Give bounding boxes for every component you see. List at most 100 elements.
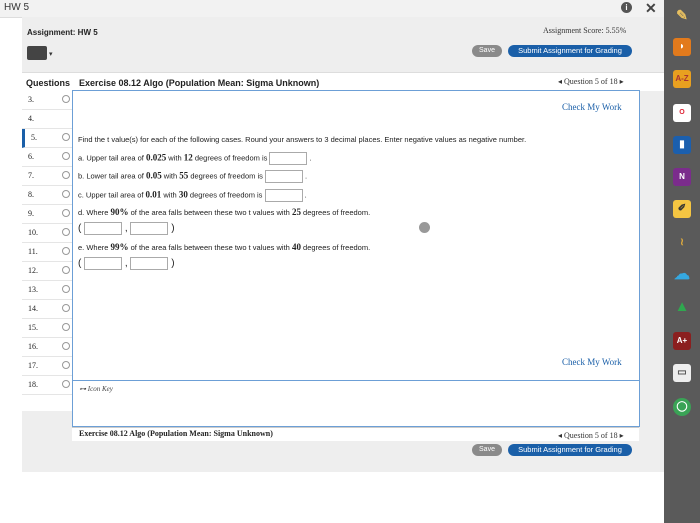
question-number: 17. bbox=[28, 361, 38, 370]
rss-icon[interactable]: ◗ bbox=[673, 38, 691, 56]
status-radio bbox=[62, 323, 70, 331]
questions-label: Questions bbox=[26, 78, 71, 88]
part-b-text: degrees of freedom is bbox=[188, 171, 263, 181]
footer-bar: Exercise 08.12 Algo (Population Mean: Si… bbox=[72, 427, 639, 441]
question-item[interactable]: 11. bbox=[22, 243, 72, 262]
part-b-text: b. Lower tail area of bbox=[78, 171, 146, 181]
question-item[interactable]: 14. bbox=[22, 300, 72, 319]
window-titlebar: HW 5 i ✕ bbox=[0, 0, 664, 18]
submit-button[interactable]: Submit Assignment for Grading bbox=[508, 45, 632, 57]
book-icon[interactable]: ▮ bbox=[673, 136, 691, 154]
notes-icon[interactable]: ✐ bbox=[673, 200, 691, 218]
icon-key[interactable]: ⊶ Icon Key bbox=[79, 385, 113, 393]
question-number: 6. bbox=[28, 152, 34, 161]
part-e-interval: ( , ) bbox=[78, 257, 175, 270]
circle-icon[interactable]: ◯ bbox=[673, 398, 691, 416]
part-e-text: of the area falls between these two t va… bbox=[128, 243, 292, 252]
question-number: 10. bbox=[28, 228, 38, 237]
check-my-work-link[interactable]: Check My Work bbox=[562, 102, 622, 112]
status-radio bbox=[62, 133, 70, 141]
part-e-text: degrees of freedom. bbox=[300, 243, 371, 252]
office-icon[interactable]: O bbox=[673, 104, 691, 122]
info-icon[interactable]: i bbox=[621, 2, 632, 13]
question-item[interactable]: 15. bbox=[22, 319, 72, 338]
problem-instructions: Find the t value(s) for each of the foll… bbox=[78, 135, 527, 144]
question-number: 16. bbox=[28, 342, 38, 351]
chevron-down-icon[interactable]: ▾ bbox=[49, 50, 53, 58]
answer-c-input[interactable] bbox=[264, 189, 303, 202]
slides-icon[interactable]: ▭ bbox=[673, 364, 691, 382]
part-b-text: with bbox=[161, 171, 180, 181]
status-radio bbox=[62, 380, 70, 388]
calculator-icon[interactable] bbox=[27, 46, 47, 60]
save-button[interactable]: Save bbox=[472, 45, 502, 57]
part-d: d. Where 90% of the area falls between t… bbox=[78, 207, 370, 217]
question-number: 12. bbox=[28, 266, 38, 275]
question-list: 3. 4. 5. 6. 7. 8. 9. 10. 11. 12. 13. 14.… bbox=[22, 91, 75, 411]
question-number: 8. bbox=[28, 190, 34, 199]
part-d-text: of the area falls between these two t va… bbox=[128, 208, 292, 217]
answer-b-input[interactable] bbox=[264, 170, 303, 183]
check-my-work-link-bottom[interactable]: Check My Work bbox=[562, 357, 622, 367]
question-number: 15. bbox=[28, 323, 38, 332]
next-icon[interactable]: ▸ bbox=[620, 77, 624, 86]
part-c-text: c. Upper tail area of bbox=[78, 190, 146, 200]
prev-icon[interactable]: ◂ bbox=[558, 77, 562, 86]
footer-save-button[interactable]: Save bbox=[472, 444, 502, 456]
part-b-df: 55 bbox=[179, 170, 189, 181]
part-a-df: 12 bbox=[183, 152, 193, 163]
part-c-area: 0.01 bbox=[145, 189, 162, 200]
question-item[interactable]: 4. bbox=[22, 110, 72, 129]
prev-icon[interactable]: ◂ bbox=[558, 431, 562, 440]
part-d-interval: ( , ) bbox=[78, 222, 175, 235]
question-number: 11. bbox=[28, 247, 38, 256]
question-item-current[interactable]: 5. bbox=[22, 129, 75, 148]
a-z-icon[interactable]: A-Z bbox=[673, 70, 691, 88]
question-item[interactable]: 6. bbox=[22, 148, 72, 167]
question-item[interactable]: 8. bbox=[22, 186, 72, 205]
question-item[interactable]: 7. bbox=[22, 167, 72, 186]
onenote-icon[interactable]: N bbox=[673, 168, 691, 186]
answer-a-input[interactable] bbox=[269, 152, 308, 165]
question-item[interactable]: 18. bbox=[22, 376, 72, 395]
part-e-text: e. Where bbox=[78, 243, 111, 252]
assignment-score: Assignment Score: 5.55% bbox=[543, 26, 627, 35]
question-item[interactable]: 16. bbox=[22, 338, 72, 357]
question-item[interactable]: 3. bbox=[22, 91, 72, 110]
drive-icon[interactable]: ▲ bbox=[673, 298, 691, 316]
extension-sidebar: ✎ ◗ A-Z O ▮ N ✐ ≀ ☁ ▲ A+ ▭ ◯ bbox=[664, 0, 700, 523]
question-item[interactable]: 10. bbox=[22, 224, 72, 243]
question-item[interactable]: 13. bbox=[22, 281, 72, 300]
pencil-icon[interactable]: ✎ bbox=[673, 6, 691, 24]
exercise-title: Exercise 08.12 Algo (Population Mean: Si… bbox=[79, 78, 320, 88]
answer-e-lower-input[interactable] bbox=[84, 257, 123, 270]
status-radio bbox=[62, 247, 70, 255]
close-icon[interactable]: ✕ bbox=[645, 0, 657, 17]
grade-icon[interactable]: A+ bbox=[673, 332, 691, 350]
status-radio bbox=[62, 95, 70, 103]
question-item[interactable]: 9. bbox=[22, 205, 72, 224]
answer-d-upper-input[interactable] bbox=[130, 222, 169, 235]
question-nav-label: Question 5 of 18 bbox=[564, 77, 618, 86]
footer-question-navigator[interactable]: ◂ Question 5 of 18 ▸ bbox=[558, 431, 624, 440]
part-a-text: a. Upper tail area of bbox=[78, 153, 146, 163]
answer-d-lower-input[interactable] bbox=[84, 222, 123, 235]
footer-question-nav-label: Question 5 of 18 bbox=[564, 431, 618, 440]
footer-exercise-title: Exercise 08.12 Algo (Population Mean: Si… bbox=[79, 429, 273, 438]
question-navigator[interactable]: ◂ Question 5 of 18 ▸ bbox=[558, 77, 624, 86]
question-item[interactable]: 17. bbox=[22, 357, 72, 376]
status-radio bbox=[62, 266, 70, 274]
key-icon: ⊶ bbox=[79, 385, 88, 393]
part-d-df: 25 bbox=[291, 207, 301, 217]
part-d-area: 90% bbox=[110, 207, 129, 217]
question-item[interactable]: 12. bbox=[22, 262, 72, 281]
part-a: a. Upper tail area of 0.025 with 12 degr… bbox=[78, 152, 312, 165]
cloud-icon[interactable]: ☁ bbox=[673, 266, 691, 284]
speech-icon[interactable]: ≀ bbox=[673, 234, 691, 252]
next-icon[interactable]: ▸ bbox=[620, 431, 624, 440]
part-b-area: 0.05 bbox=[145, 170, 162, 181]
footer-submit-button[interactable]: Submit Assignment for Grading bbox=[508, 444, 632, 456]
divider bbox=[73, 380, 639, 381]
answer-e-upper-input[interactable] bbox=[130, 257, 169, 270]
part-b: b. Lower tail area of 0.05 with 55 degre… bbox=[78, 170, 307, 183]
